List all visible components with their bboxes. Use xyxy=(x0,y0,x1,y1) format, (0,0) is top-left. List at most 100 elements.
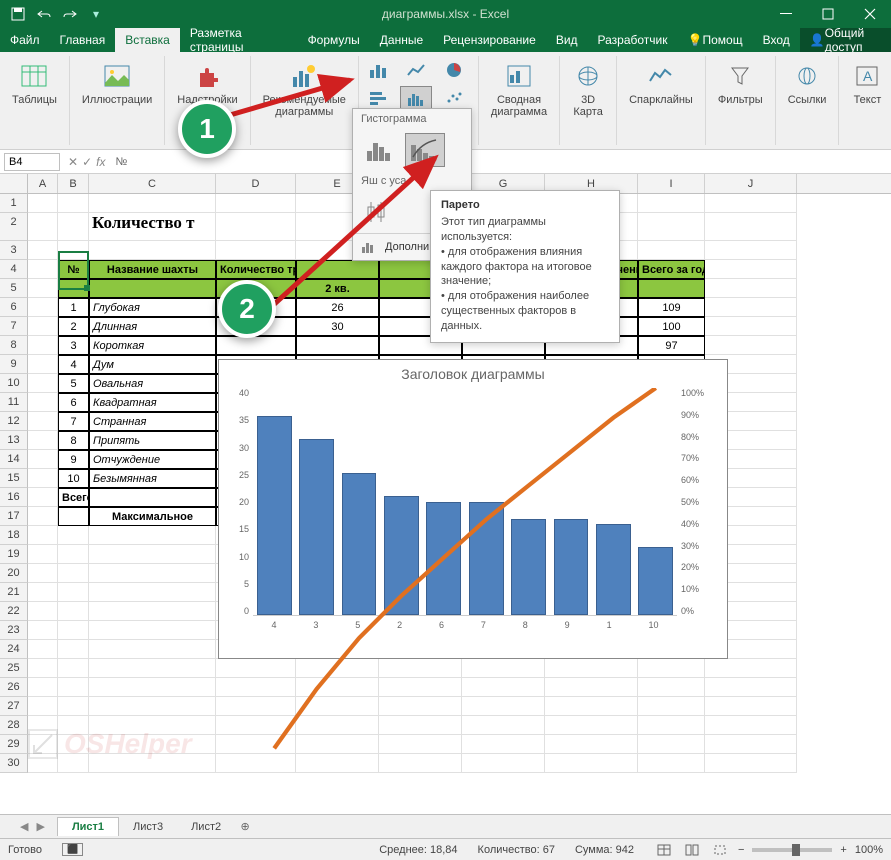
cell[interactable] xyxy=(296,716,379,735)
cell[interactable] xyxy=(705,697,797,716)
row-header[interactable]: 28 xyxy=(0,716,28,735)
pivot-chart-button[interactable]: Сводная диаграмма xyxy=(487,58,551,120)
cell[interactable] xyxy=(216,697,296,716)
statistical-chart-icon[interactable] xyxy=(400,86,432,110)
menu-review[interactable]: Рецензирование xyxy=(433,28,546,52)
cell[interactable] xyxy=(705,754,797,773)
menu-formulas[interactable]: Формулы xyxy=(298,28,370,52)
cell[interactable]: 8 xyxy=(58,431,89,450)
cell[interactable] xyxy=(28,659,58,678)
cell[interactable] xyxy=(89,621,216,640)
col-header[interactable]: B xyxy=(58,174,89,193)
illustrations-button[interactable]: Иллюстрации xyxy=(78,58,156,108)
cell[interactable] xyxy=(462,678,545,697)
cell[interactable] xyxy=(28,697,58,716)
cell[interactable] xyxy=(58,194,89,213)
sheet-tab-1[interactable]: Лист1 xyxy=(57,817,119,836)
histogram-option[interactable] xyxy=(361,133,401,167)
zoom-slider[interactable] xyxy=(752,848,832,852)
cell[interactable] xyxy=(28,450,58,469)
cell[interactable] xyxy=(28,431,58,450)
cell[interactable] xyxy=(89,640,216,659)
cell[interactable] xyxy=(296,678,379,697)
cell[interactable] xyxy=(705,735,797,754)
undo-icon[interactable] xyxy=(34,4,54,24)
menu-data[interactable]: Данные xyxy=(370,28,433,52)
sparklines-button[interactable]: Спарклайны xyxy=(625,58,697,108)
cell[interactable] xyxy=(216,754,296,773)
cell[interactable] xyxy=(28,469,58,488)
cell[interactable] xyxy=(58,583,89,602)
col-header[interactable]: A xyxy=(28,174,58,193)
menu-home[interactable]: Главная xyxy=(50,28,116,52)
cell[interactable] xyxy=(705,194,797,213)
cell[interactable] xyxy=(89,279,216,298)
row-header[interactable]: 25 xyxy=(0,659,28,678)
cell[interactable] xyxy=(638,754,705,773)
cell[interactable] xyxy=(28,507,58,526)
row-header[interactable]: 16 xyxy=(0,488,28,507)
row-header[interactable]: 11 xyxy=(0,393,28,412)
cell[interactable] xyxy=(58,640,89,659)
cell[interactable] xyxy=(89,697,216,716)
row-header[interactable]: 17 xyxy=(0,507,28,526)
cell[interactable] xyxy=(58,213,89,241)
cell[interactable] xyxy=(216,241,296,260)
cell[interactable] xyxy=(28,279,58,298)
cell[interactable] xyxy=(705,659,797,678)
cell[interactable] xyxy=(705,336,797,355)
cell[interactable] xyxy=(28,194,58,213)
cell[interactable] xyxy=(28,393,58,412)
fx-icon[interactable]: fx xyxy=(96,155,105,169)
sheet-tab-2[interactable]: Лист3 xyxy=(119,818,177,836)
cell[interactable] xyxy=(58,564,89,583)
cell[interactable] xyxy=(545,697,638,716)
cell[interactable]: 10 xyxy=(58,469,89,488)
menu-login[interactable]: Вход xyxy=(753,28,800,52)
cell[interactable] xyxy=(545,735,638,754)
menu-insert[interactable]: Вставка xyxy=(115,28,180,52)
cell[interactable]: 7 xyxy=(58,412,89,431)
cell[interactable] xyxy=(89,659,216,678)
cell[interactable]: Всего травмированс xyxy=(58,488,89,507)
cell[interactable] xyxy=(638,279,705,298)
minimize-button[interactable] xyxy=(765,0,807,28)
embedded-chart[interactable]: Заголовок диаграммы 4035302520151050 100… xyxy=(218,359,728,659)
tab-nav-next[interactable]: ▶ xyxy=(36,820,44,833)
row-header[interactable]: 7 xyxy=(0,317,28,336)
cell[interactable] xyxy=(28,583,58,602)
cell[interactable] xyxy=(216,678,296,697)
menu-view[interactable]: Вид xyxy=(546,28,588,52)
column-chart-icon[interactable] xyxy=(362,58,394,82)
cell[interactable] xyxy=(705,678,797,697)
cell[interactable] xyxy=(296,260,379,279)
cell[interactable] xyxy=(89,583,216,602)
cell[interactable] xyxy=(216,213,296,241)
cell[interactable] xyxy=(28,336,58,355)
cell[interactable] xyxy=(28,355,58,374)
cell[interactable]: 2 кв. xyxy=(296,279,379,298)
cell[interactable] xyxy=(28,678,58,697)
cell[interactable] xyxy=(705,260,797,279)
save-icon[interactable] xyxy=(8,4,28,24)
row-header[interactable]: 5 xyxy=(0,279,28,298)
cell[interactable]: Странная xyxy=(89,412,216,431)
cell[interactable] xyxy=(28,564,58,583)
cell[interactable]: 26 xyxy=(296,298,379,317)
tables-button[interactable]: Таблицы xyxy=(8,58,61,108)
cell[interactable] xyxy=(216,336,296,355)
cell[interactable] xyxy=(638,194,705,213)
maximize-button[interactable] xyxy=(807,0,849,28)
col-header[interactable]: D xyxy=(216,174,296,193)
view-normal-icon[interactable] xyxy=(654,842,674,858)
line-chart-icon[interactable] xyxy=(400,58,432,82)
row-header[interactable]: 13 xyxy=(0,431,28,450)
recommended-charts-button[interactable]: Рекомендуемые диаграммы xyxy=(259,58,350,120)
cell[interactable] xyxy=(28,260,58,279)
enter-icon[interactable]: ✓ xyxy=(82,155,92,169)
cell[interactable]: Безымянная xyxy=(89,469,216,488)
row-header[interactable]: 2 xyxy=(0,213,28,241)
row-header[interactable]: 23 xyxy=(0,621,28,640)
row-header[interactable]: 8 xyxy=(0,336,28,355)
cell[interactable] xyxy=(58,659,89,678)
